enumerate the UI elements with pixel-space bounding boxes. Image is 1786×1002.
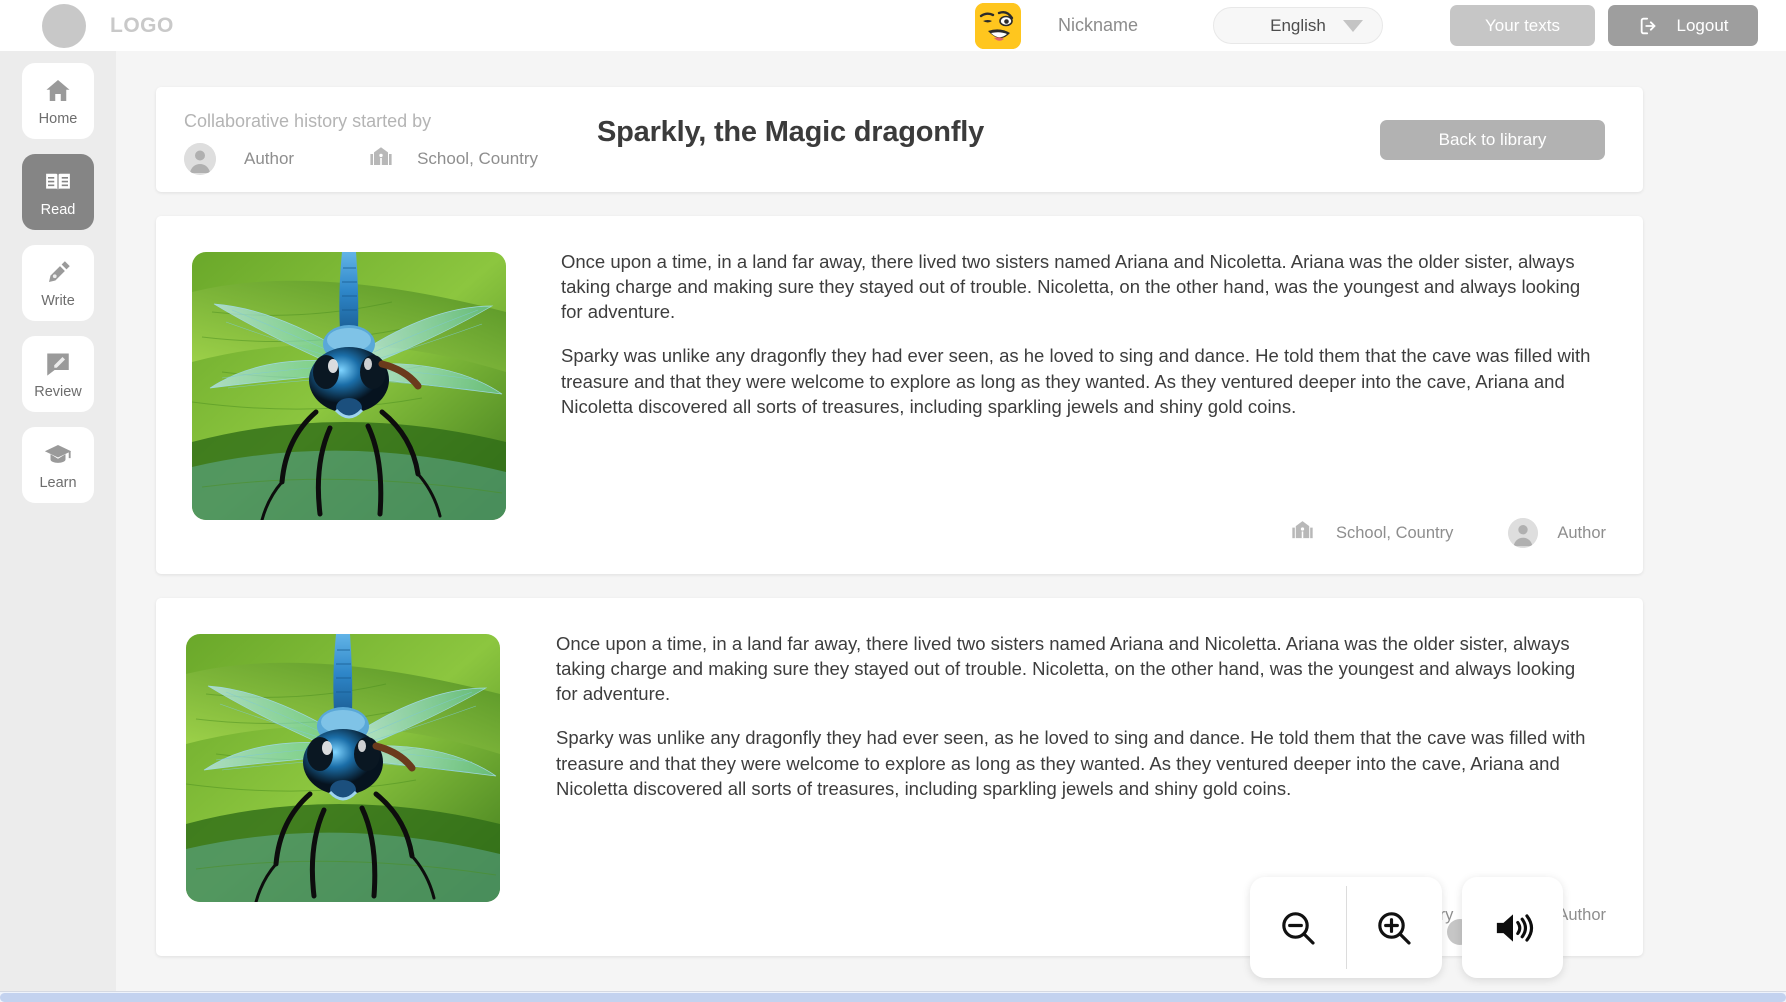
story-image[interactable]: [186, 634, 500, 902]
story-paragraph: Once upon a time, in a land far away, th…: [556, 633, 1576, 705]
sidebar-label-learn: Learn: [39, 474, 77, 491]
user-avatar-emoji[interactable]: [975, 2, 1021, 49]
story-paragraph: Sparky was unlike any dragonfly they had…: [561, 345, 1591, 417]
logo-text: LOGO: [110, 13, 174, 37]
user-identity-group: Nickname: [975, 2, 1139, 49]
school-building-icon: [1292, 521, 1313, 539]
read-aloud-button[interactable]: [1462, 877, 1563, 978]
page-title: Sparkly, the Magic dragonfly: [597, 116, 985, 148]
zoom-in-icon: [1378, 911, 1411, 945]
story-body: Once upon a time, in a land far away, th…: [561, 249, 1601, 419]
person-icon: [184, 143, 216, 175]
story-image[interactable]: [192, 252, 506, 520]
main-content: Collaborative history started by Author: [116, 51, 1786, 991]
zoom-out-button[interactable]: [1250, 877, 1346, 978]
story-school-name: School, Country: [1335, 523, 1454, 542]
story-meta-row: Author School, Country: [184, 143, 538, 175]
sidebar: Home Read Write Review Learn: [0, 51, 116, 991]
language-select[interactable]: English: [1213, 7, 1383, 44]
story-paragraph: Sparky was unlike any dragonfly they had…: [556, 727, 1586, 799]
school-icon: [1291, 519, 1314, 547]
sidebar-label-home: Home: [38, 110, 78, 127]
zoom-out-icon: [1282, 911, 1315, 945]
chevron-down-icon: [1343, 19, 1363, 32]
logout-icon: [1640, 17, 1655, 34]
story-header-card: Collaborative history started by Author: [156, 87, 1643, 192]
logo-mark[interactable]: [42, 3, 86, 48]
logout-label: Logout: [1676, 15, 1729, 35]
back-to-library-button[interactable]: Back to library: [1380, 120, 1605, 160]
sidebar-label-write: Write: [41, 292, 75, 309]
scrollbar-thumb[interactable]: [0, 993, 1786, 1002]
logout-button[interactable]: Logout: [1608, 5, 1758, 46]
story-paragraph: Once upon a time, in a land far away, th…: [561, 251, 1581, 323]
speaker-icon: [1496, 913, 1533, 942]
zoom-in-button[interactable]: [1347, 877, 1443, 978]
sidebar-item-home[interactable]: Home: [22, 63, 94, 139]
person-icon: [1508, 518, 1539, 548]
school-icon: [369, 145, 393, 174]
dragonfly-photo: [192, 252, 506, 520]
top-bar: LOGO Nickname English Your texts Logout: [0, 0, 1786, 51]
sidebar-item-learn[interactable]: Learn: [22, 427, 94, 503]
sidebar-item-read[interactable]: Read: [22, 154, 94, 230]
author-avatar: [1508, 518, 1539, 548]
collaborative-label: Collaborative history started by: [184, 111, 432, 131]
sidebar-label-review: Review: [34, 383, 82, 400]
horizontal-scrollbar[interactable]: [0, 991, 1786, 1002]
story-author-name: Author: [1557, 523, 1606, 542]
book-icon: [46, 173, 70, 190]
sidebar-item-review[interactable]: Review: [22, 336, 94, 412]
author-avatar: [184, 143, 216, 175]
your-texts-button[interactable]: Your texts: [1450, 5, 1595, 46]
story-attribution: School, Country Author: [1291, 518, 1606, 548]
story-card: Once upon a time, in a land far away, th…: [156, 216, 1643, 574]
zoom-controls: [1250, 877, 1442, 978]
nickname-label: Nickname: [1058, 15, 1139, 35]
story-author-name: Author: [1557, 905, 1606, 924]
sidebar-label-read: Read: [40, 201, 76, 218]
story-body: Once upon a time, in a land far away, th…: [556, 631, 1596, 801]
dragonfly-photo: [186, 634, 500, 902]
language-value: English: [1270, 15, 1326, 35]
comment-edit-icon: [47, 353, 69, 376]
graduation-icon: [44, 444, 72, 463]
sidebar-item-write[interactable]: Write: [22, 245, 94, 321]
pen-icon: [49, 260, 70, 282]
school-building-icon: [370, 146, 392, 165]
home-icon: [46, 79, 70, 101]
header-author-name: Author: [244, 149, 295, 168]
header-school-name: School, Country: [417, 149, 539, 168]
